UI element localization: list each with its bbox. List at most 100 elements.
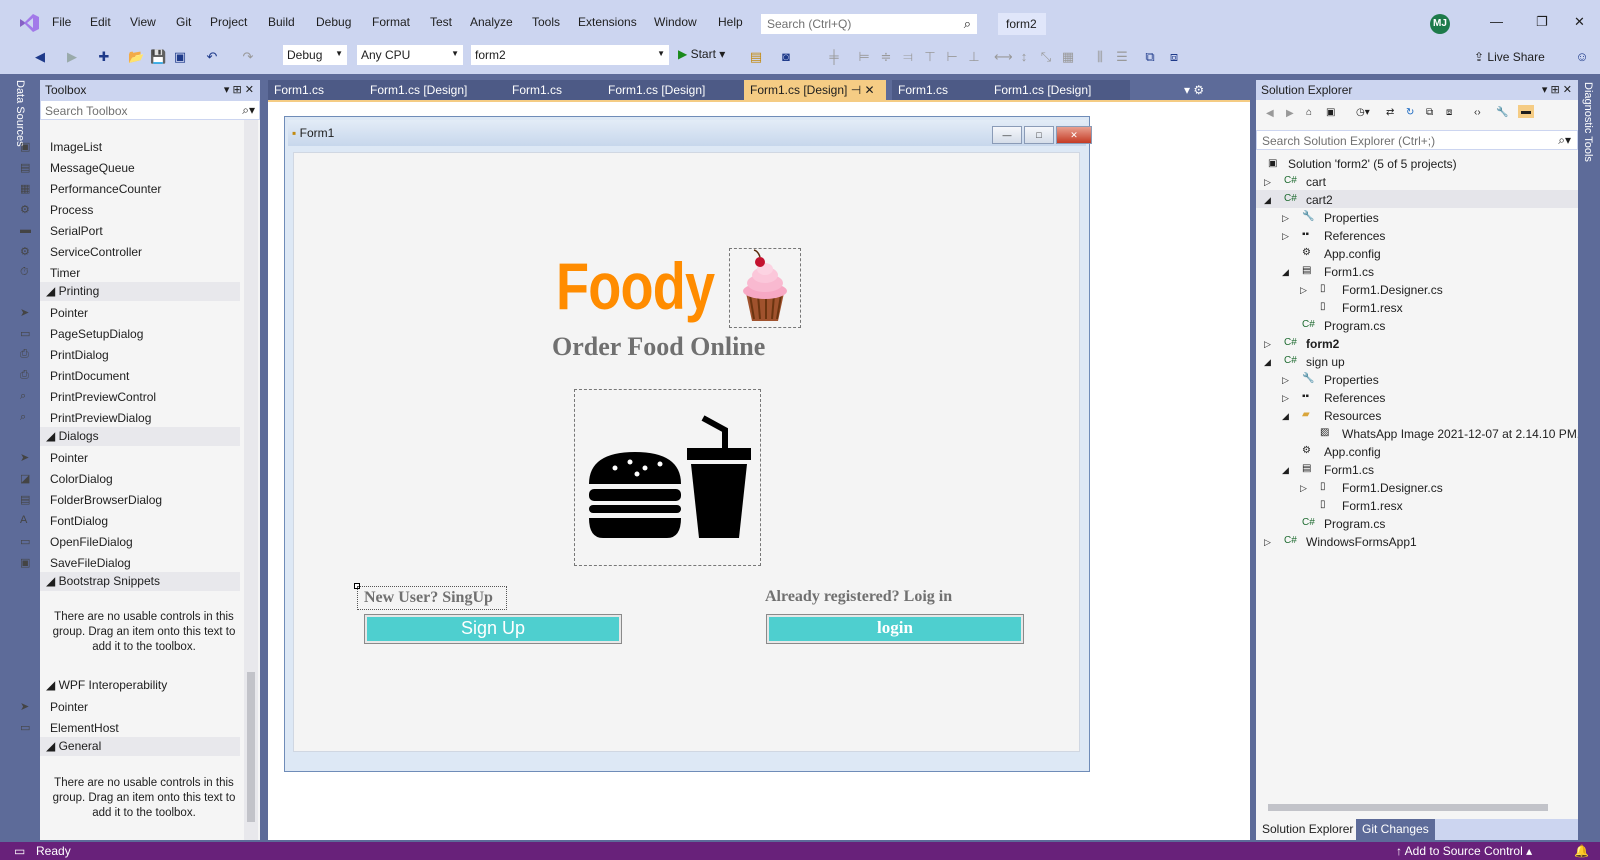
- tree-node-solution[interactable]: Solution 'form2' (5 of 5 projects): [1288, 157, 1457, 171]
- expand-icon[interactable]: ▷: [1282, 213, 1289, 224]
- tree-node[interactable]: Form1.cs: [1324, 265, 1374, 279]
- restore-icon[interactable]: ❐: [1536, 14, 1548, 30]
- align-top-icon[interactable]: ⊤: [922, 49, 938, 65]
- properties-icon[interactable]: 🔧: [1496, 107, 1508, 118]
- toolbox-group-wpf[interactable]: ◢ WPF Interoperability: [40, 676, 240, 695]
- sign-up-button[interactable]: Sign Up: [364, 614, 622, 644]
- toolbox-item[interactable]: PrintDocument: [50, 369, 129, 383]
- panel-controls-icon[interactable]: ▾ ⊞ ✕: [1542, 83, 1572, 96]
- toolbox-item[interactable]: Process: [50, 203, 93, 217]
- align-icon[interactable]: ╪: [826, 49, 842, 65]
- hspace-icon[interactable]: ⫼: [1092, 49, 1108, 65]
- refresh-icon[interactable]: ↻: [1406, 107, 1414, 118]
- vspace-icon[interactable]: ☰: [1114, 49, 1130, 65]
- align-bottom-icon[interactable]: ⊥: [966, 49, 982, 65]
- forward-icon[interactable]: ▶: [1286, 108, 1294, 119]
- same-size-icon[interactable]: ⤡: [1038, 49, 1054, 65]
- close-icon[interactable]: ✕: [865, 83, 875, 97]
- menu-analyze[interactable]: Analyze: [470, 15, 513, 29]
- brand-label[interactable]: Foody: [556, 248, 715, 324]
- redo-icon[interactable]: ↷: [240, 49, 256, 65]
- tree-node[interactable]: References: [1324, 391, 1385, 405]
- doc-tab-active[interactable]: Form1.cs [Design] ⊣ ✕: [744, 80, 886, 100]
- tree-node[interactable]: Program.cs: [1324, 517, 1385, 531]
- expand-icon[interactable]: ▷: [1300, 285, 1307, 296]
- collapse-icon[interactable]: ◢: [1282, 411, 1289, 422]
- tree-node-project[interactable]: cart: [1306, 175, 1326, 189]
- undo-icon[interactable]: ↶: [204, 49, 220, 65]
- expand-icon[interactable]: ▷: [1282, 231, 1289, 242]
- new-user-label[interactable]: New User? SingUp: [357, 586, 507, 610]
- already-registered-label[interactable]: Already registered? Loig in: [765, 588, 952, 606]
- align-right-icon[interactable]: ⫤: [900, 49, 916, 65]
- tree-node-project[interactable]: cart2: [1306, 193, 1333, 207]
- tree-node[interactable]: Form1.cs: [1324, 463, 1374, 477]
- data-sources-tab[interactable]: Data Sources: [14, 80, 26, 147]
- toolbox-item[interactable]: PrintPreviewDialog: [50, 411, 151, 425]
- preview-icon[interactable]: ▬: [1518, 105, 1534, 118]
- toolbox-item[interactable]: FontDialog: [50, 514, 108, 528]
- doc-tab[interactable]: Form1.cs: [268, 80, 364, 100]
- align-center-icon[interactable]: ≑: [878, 49, 894, 65]
- toolbox-item[interactable]: PrintPreviewControl: [50, 390, 156, 404]
- tab-solution-explorer[interactable]: Solution Explorer: [1256, 819, 1360, 840]
- menu-file[interactable]: File: [52, 15, 71, 29]
- tree-node[interactable]: Form1.resx: [1342, 301, 1403, 315]
- toolbox-item[interactable]: PageSetupDialog: [50, 327, 143, 341]
- menu-edit[interactable]: Edit: [90, 15, 111, 29]
- tree-node[interactable]: Form1.Designer.cs: [1342, 481, 1443, 495]
- food-picturebox[interactable]: [574, 389, 761, 566]
- toolbox-scroll-thumb[interactable]: [247, 672, 255, 822]
- tree-node-startup-project[interactable]: form2: [1306, 337, 1339, 351]
- toolbox-item[interactable]: FolderBrowserDialog: [50, 493, 162, 507]
- toolbox-search-input[interactable]: Search Toolbox ⌕▾: [40, 100, 260, 120]
- tree-node[interactable]: Properties: [1324, 373, 1379, 387]
- solution-scroll-thumb[interactable]: [1268, 804, 1548, 811]
- save-all-icon[interactable]: ▣: [172, 49, 188, 65]
- tree-node[interactable]: Program.cs: [1324, 319, 1385, 333]
- toolbox-group-general[interactable]: ◢ General: [40, 737, 240, 756]
- visual-studio-logo-icon[interactable]: [18, 13, 40, 33]
- start-button[interactable]: ▶ Start ▾: [678, 47, 725, 61]
- toolbox-item[interactable]: Timer: [50, 266, 80, 280]
- switch-views-icon[interactable]: ▣: [1326, 107, 1335, 118]
- menu-format[interactable]: Format: [372, 15, 410, 29]
- collapse-all-icon[interactable]: ⧉: [1426, 107, 1433, 118]
- doc-tab[interactable]: Form1.cs: [506, 80, 602, 100]
- collapse-icon[interactable]: ◢: [1264, 195, 1271, 206]
- tree-node-project[interactable]: WindowsFormsApp1: [1306, 535, 1417, 549]
- send-back-icon[interactable]: ⧈: [1166, 49, 1182, 65]
- login-button[interactable]: login: [766, 614, 1024, 644]
- tree-node[interactable]: References: [1324, 229, 1385, 243]
- toolbox-item[interactable]: Pointer: [50, 451, 88, 465]
- tree-node-project[interactable]: sign up: [1306, 355, 1345, 369]
- source-control-button[interactable]: ↑ Add to Source Control ▴: [1396, 844, 1532, 858]
- platform-select[interactable]: Any CPU ▼: [356, 44, 464, 66]
- tree-node[interactable]: App.config: [1324, 247, 1381, 261]
- form-maximize-icon[interactable]: □: [1024, 126, 1054, 144]
- menu-help[interactable]: Help: [718, 15, 743, 29]
- tree-node[interactable]: Properties: [1324, 211, 1379, 225]
- minimize-icon[interactable]: —: [1490, 14, 1503, 29]
- pending-changes-icon[interactable]: ◷▾: [1356, 107, 1370, 118]
- toolbox-item[interactable]: ColorDialog: [50, 472, 113, 486]
- close-icon[interactable]: ✕: [1574, 14, 1585, 30]
- search-input[interactable]: Search (Ctrl+Q) ⌕: [760, 13, 978, 35]
- startup-project-select[interactable]: form2 ▼: [470, 44, 670, 66]
- doc-tab[interactable]: Form1.cs [Design]: [364, 80, 506, 100]
- expand-icon[interactable]: ▷: [1264, 177, 1271, 188]
- forward-icon[interactable]: ▶: [64, 49, 80, 65]
- form-close-icon[interactable]: ✕: [1056, 126, 1092, 144]
- back-icon[interactable]: ◀: [32, 49, 48, 65]
- form-minimize-icon[interactable]: —: [992, 126, 1022, 144]
- menu-window[interactable]: Window: [654, 15, 697, 29]
- bring-front-icon[interactable]: ⧉: [1142, 49, 1158, 65]
- tree-node[interactable]: WhatsApp Image 2021-12-07 at 2.14.10 PM.…: [1342, 427, 1589, 441]
- menu-tools[interactable]: Tools: [532, 15, 560, 29]
- collapse-icon[interactable]: ◢: [1282, 465, 1289, 476]
- expand-icon[interactable]: ▷: [1264, 537, 1271, 548]
- toolbox-item[interactable]: PrintDialog: [50, 348, 109, 362]
- menu-extensions[interactable]: Extensions: [578, 15, 637, 29]
- toolbox-item[interactable]: Pointer: [50, 700, 88, 714]
- toolbox-group-printing[interactable]: ◢ Printing: [40, 282, 240, 301]
